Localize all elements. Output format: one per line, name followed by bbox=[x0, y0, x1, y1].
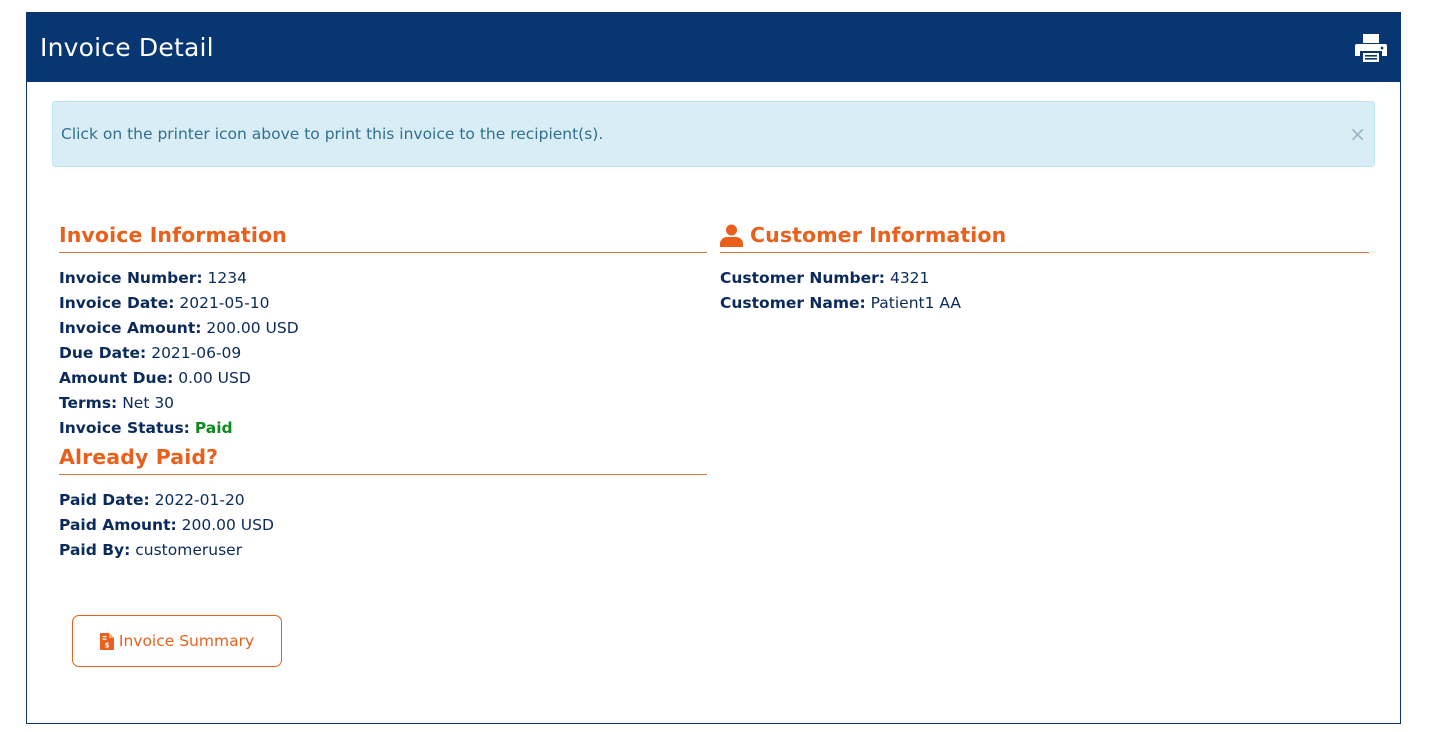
right-column: Customer Information Customer Number: 43… bbox=[720, 223, 1369, 316]
field-value: 1234 bbox=[207, 269, 247, 287]
field-label: Invoice Amount: bbox=[59, 319, 202, 337]
customer-fields: Customer Number: 4321 Customer Name: Pat… bbox=[720, 253, 1369, 316]
customer-name-field: Customer Name: Patient1 AA bbox=[720, 291, 1369, 316]
invoice-information-section: Invoice Information Invoice Number: 1234… bbox=[59, 223, 707, 441]
terms-field: Terms: Net 30 bbox=[59, 391, 707, 416]
field-value: 200.00 USD bbox=[181, 516, 274, 534]
field-label: Invoice Date: bbox=[59, 294, 175, 312]
alert-message: Click on the printer icon above to print… bbox=[61, 125, 604, 143]
invoice-information-title: Invoice Information bbox=[59, 223, 287, 247]
already-paid-heading: Already Paid? bbox=[59, 445, 707, 475]
field-value: 4321 bbox=[889, 269, 930, 287]
payment-fields: Paid Date: 2022-01-20 Paid Amount: 200.0… bbox=[59, 475, 707, 563]
paid-date-field: Paid Date: 2022-01-20 bbox=[59, 488, 707, 513]
left-column: Invoice Information Invoice Number: 1234… bbox=[59, 223, 707, 563]
amount-due-field: Amount Due: 0.00 USD bbox=[59, 366, 707, 391]
already-paid-section: Already Paid? Paid Date: 2022-01-20 Paid… bbox=[59, 445, 707, 563]
field-value: 0.00 USD bbox=[178, 369, 251, 387]
field-value: 2022-01-20 bbox=[154, 491, 245, 509]
paid-amount-field: Paid Amount: 200.00 USD bbox=[59, 513, 707, 538]
field-label: Customer Name: bbox=[720, 294, 866, 312]
field-value: customeruser bbox=[135, 541, 243, 559]
field-label: Due Date: bbox=[59, 344, 147, 362]
due-date-field: Due Date: 2021-06-09 bbox=[59, 341, 707, 366]
field-label: Paid Date: bbox=[59, 491, 150, 509]
customer-number-field: Customer Number: 4321 bbox=[720, 266, 1369, 291]
field-value: 2021-05-10 bbox=[179, 294, 270, 312]
field-value: Patient1 AA bbox=[870, 294, 962, 312]
invoice-amount-field: Invoice Amount: 200.00 USD bbox=[59, 316, 707, 341]
field-label: Amount Due: bbox=[59, 369, 174, 387]
info-alert: Click on the printer icon above to print… bbox=[52, 101, 1375, 167]
field-value: 2021-06-09 bbox=[151, 344, 242, 362]
field-label: Customer Number: bbox=[720, 269, 886, 287]
printer-icon bbox=[1355, 33, 1387, 62]
invoice-fields: Invoice Number: 1234 Invoice Date: 2021-… bbox=[59, 253, 707, 441]
status-badge: Paid bbox=[194, 419, 233, 437]
user-icon bbox=[720, 224, 743, 247]
customer-information-heading: Customer Information bbox=[720, 223, 1369, 253]
close-icon[interactable]: × bbox=[1349, 124, 1366, 144]
field-label: Terms: bbox=[59, 394, 118, 412]
field-label: Invoice Number: bbox=[59, 269, 203, 287]
invoice-summary-button[interactable]: $ Invoice Summary bbox=[72, 615, 282, 667]
field-label: Paid By: bbox=[59, 541, 131, 559]
already-paid-title: Already Paid? bbox=[59, 445, 219, 469]
paid-by-field: Paid By: customeruser bbox=[59, 538, 707, 563]
invoice-file-icon: $ bbox=[99, 632, 114, 650]
invoice-summary-label: Invoice Summary bbox=[118, 632, 255, 650]
field-label: Invoice Status: bbox=[59, 419, 190, 437]
customer-information-title: Customer Information bbox=[750, 223, 1007, 247]
invoice-date-field: Invoice Date: 2021-05-10 bbox=[59, 291, 707, 316]
print-button[interactable] bbox=[1354, 31, 1388, 65]
page-title: Invoice Detail bbox=[40, 33, 214, 62]
invoice-number-field: Invoice Number: 1234 bbox=[59, 266, 707, 291]
panel-header: Invoice Detail bbox=[27, 13, 1400, 82]
svg-text:$: $ bbox=[104, 641, 109, 649]
field-label: Paid Amount: bbox=[59, 516, 177, 534]
invoice-information-heading: Invoice Information bbox=[59, 223, 707, 253]
customer-information-section: Customer Information Customer Number: 43… bbox=[720, 223, 1369, 316]
invoice-status-field: Invoice Status: Paid bbox=[59, 416, 707, 441]
field-value: 200.00 USD bbox=[206, 319, 299, 337]
invoice-detail-panel: Invoice Detail Click on the printer icon… bbox=[26, 12, 1401, 724]
field-value: Net 30 bbox=[122, 394, 175, 412]
